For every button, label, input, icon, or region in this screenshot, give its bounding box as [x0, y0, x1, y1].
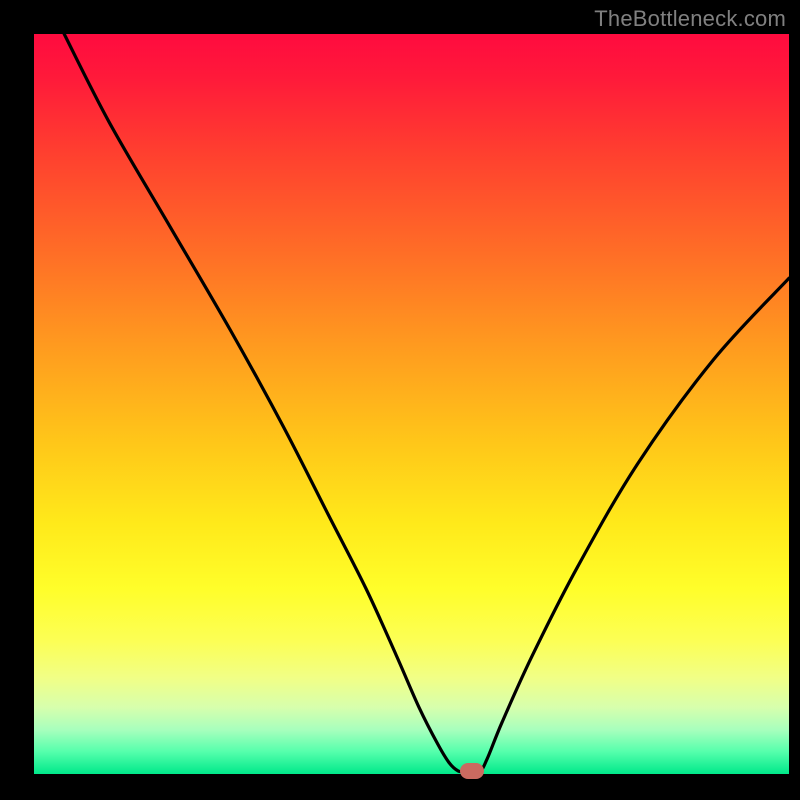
chart-frame: TheBottleneck.com: [0, 0, 800, 800]
bottleneck-curve: [34, 34, 789, 774]
plot-area: [34, 34, 789, 774]
attribution-label: TheBottleneck.com: [594, 6, 786, 32]
optimum-marker: [460, 763, 484, 779]
